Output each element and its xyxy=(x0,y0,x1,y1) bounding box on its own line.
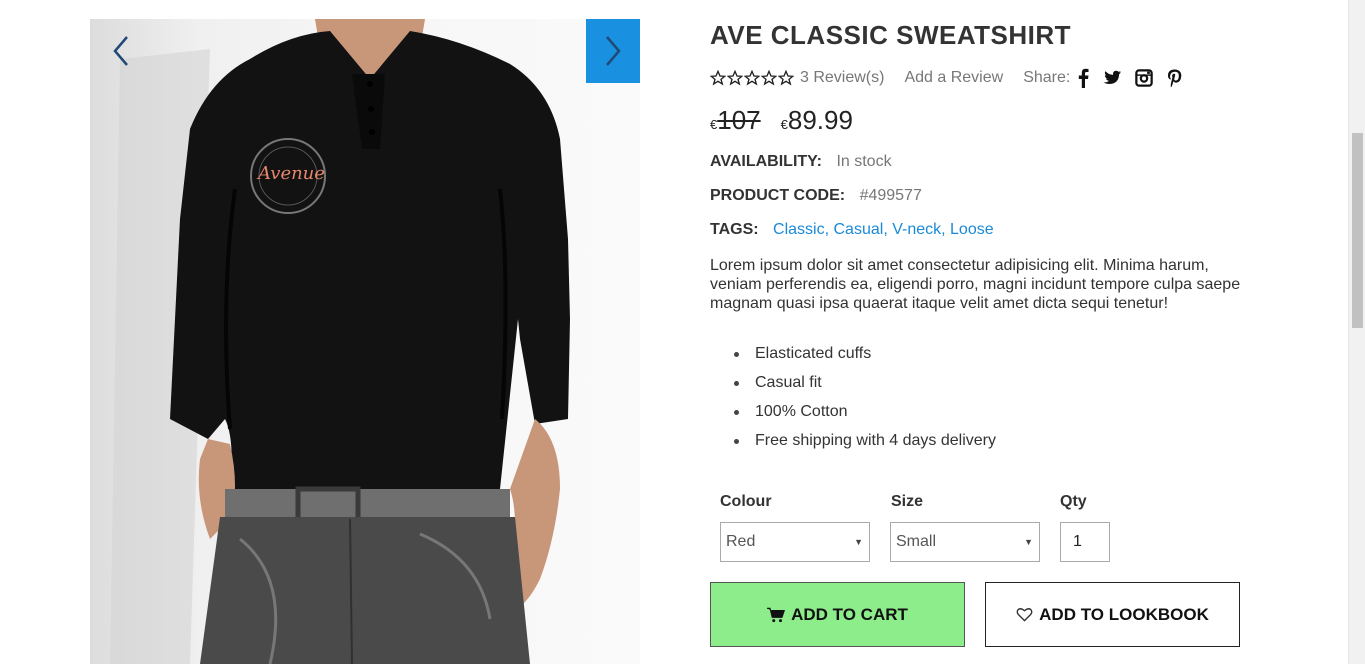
rating-stars xyxy=(710,70,794,86)
colour-select-value: Red xyxy=(726,533,756,550)
list-item: Elasticated cuffs xyxy=(710,344,996,373)
facebook-icon[interactable] xyxy=(1078,68,1089,88)
twitter-icon[interactable] xyxy=(1103,70,1122,86)
add-to-cart-button[interactable]: ADD TO CART xyxy=(710,582,965,647)
colour-label: Colour xyxy=(720,493,772,510)
size-label: Size xyxy=(891,493,924,510)
product-meta-row: 3 Review(s) Add a Review Share: xyxy=(710,67,1182,89)
star-icon xyxy=(710,70,726,86)
pinterest-icon[interactable] xyxy=(1167,69,1182,88)
tag-link[interactable]: Casual xyxy=(834,221,884,238)
social-share-icons xyxy=(1078,68,1182,88)
chevron-right-icon xyxy=(606,36,621,66)
price-row: € 107 € 89.99 xyxy=(710,105,853,136)
add-to-cart-label: ADD TO CART xyxy=(791,604,908,624)
size-select[interactable]: Small ▼ xyxy=(890,522,1040,562)
old-price: 107 xyxy=(717,105,761,135)
chevron-left-icon xyxy=(113,36,128,66)
star-icon xyxy=(778,70,794,86)
product-gallery: Avenue xyxy=(90,19,640,664)
old-price-currency: € xyxy=(710,117,718,132)
tag-link[interactable]: V-neck xyxy=(892,221,941,238)
instagram-icon[interactable] xyxy=(1135,69,1154,87)
caret-down-icon: ▼ xyxy=(854,537,863,547)
caret-down-icon: ▼ xyxy=(1024,537,1033,547)
tag-separator: , xyxy=(883,221,893,238)
size-select-value: Small xyxy=(896,533,937,550)
new-price: 89.99 xyxy=(787,105,853,135)
availability-row: AVAILABILITY: In stock xyxy=(710,153,892,171)
add-to-lookbook-label: ADD TO LOOKBOOK xyxy=(1039,604,1209,624)
list-item: Casual fit xyxy=(710,373,996,402)
product-details: AVE CLASSIC SWEATSHIRT 3 Review(s) Add a… xyxy=(710,19,1270,647)
reviews-link[interactable]: 3 Review(s) xyxy=(800,69,884,87)
scrollbar-thumb[interactable] xyxy=(1352,133,1363,328)
gallery-prev-button[interactable] xyxy=(94,19,148,83)
qty-input[interactable]: 1 xyxy=(1060,522,1110,562)
list-item: Free shipping with 4 days delivery xyxy=(710,431,996,460)
share-label: Share: xyxy=(1023,69,1071,86)
tags-row: TAGS: Classic, Casual, V-neck, Loose xyxy=(710,221,994,239)
new-price-currency: € xyxy=(780,117,788,132)
tag-separator: , xyxy=(824,221,834,238)
tag-link[interactable]: Loose xyxy=(950,221,994,238)
star-icon xyxy=(744,70,760,86)
tag-separator: , xyxy=(941,221,951,238)
cart-icon xyxy=(767,607,786,622)
star-icon xyxy=(727,70,743,86)
product-code-label: PRODUCT CODE: xyxy=(710,187,846,204)
tag-link[interactable]: Classic xyxy=(773,221,825,238)
add-review-link[interactable]: Add a Review xyxy=(904,69,1003,87)
product-title: AVE CLASSIC SWEATSHIRT xyxy=(710,20,1072,50)
availability-value: In stock xyxy=(836,153,892,170)
product-description: Lorem ipsum dolor sit amet consectetur a… xyxy=(710,257,1241,312)
star-icon xyxy=(761,70,777,86)
add-to-lookbook-button[interactable]: ADD TO LOOKBOOK xyxy=(985,582,1240,647)
gallery-next-button[interactable] xyxy=(586,19,640,83)
heart-icon xyxy=(1016,608,1033,622)
colour-select[interactable]: Red ▼ xyxy=(720,522,870,562)
shirt-logo-text: Avenue xyxy=(258,163,325,184)
availability-label: AVAILABILITY: xyxy=(710,153,822,170)
page-scrollbar[interactable] xyxy=(1348,0,1365,664)
product-image xyxy=(110,19,570,664)
product-code-value: #499577 xyxy=(859,187,922,204)
product-code-row: PRODUCT CODE: #499577 xyxy=(710,187,922,205)
feature-list: Elasticated cuffs Casual fit 100% Cotton… xyxy=(710,344,996,460)
list-item: 100% Cotton xyxy=(710,402,996,431)
qty-label: Qty xyxy=(1060,493,1087,510)
tags-label: TAGS: xyxy=(710,221,759,238)
